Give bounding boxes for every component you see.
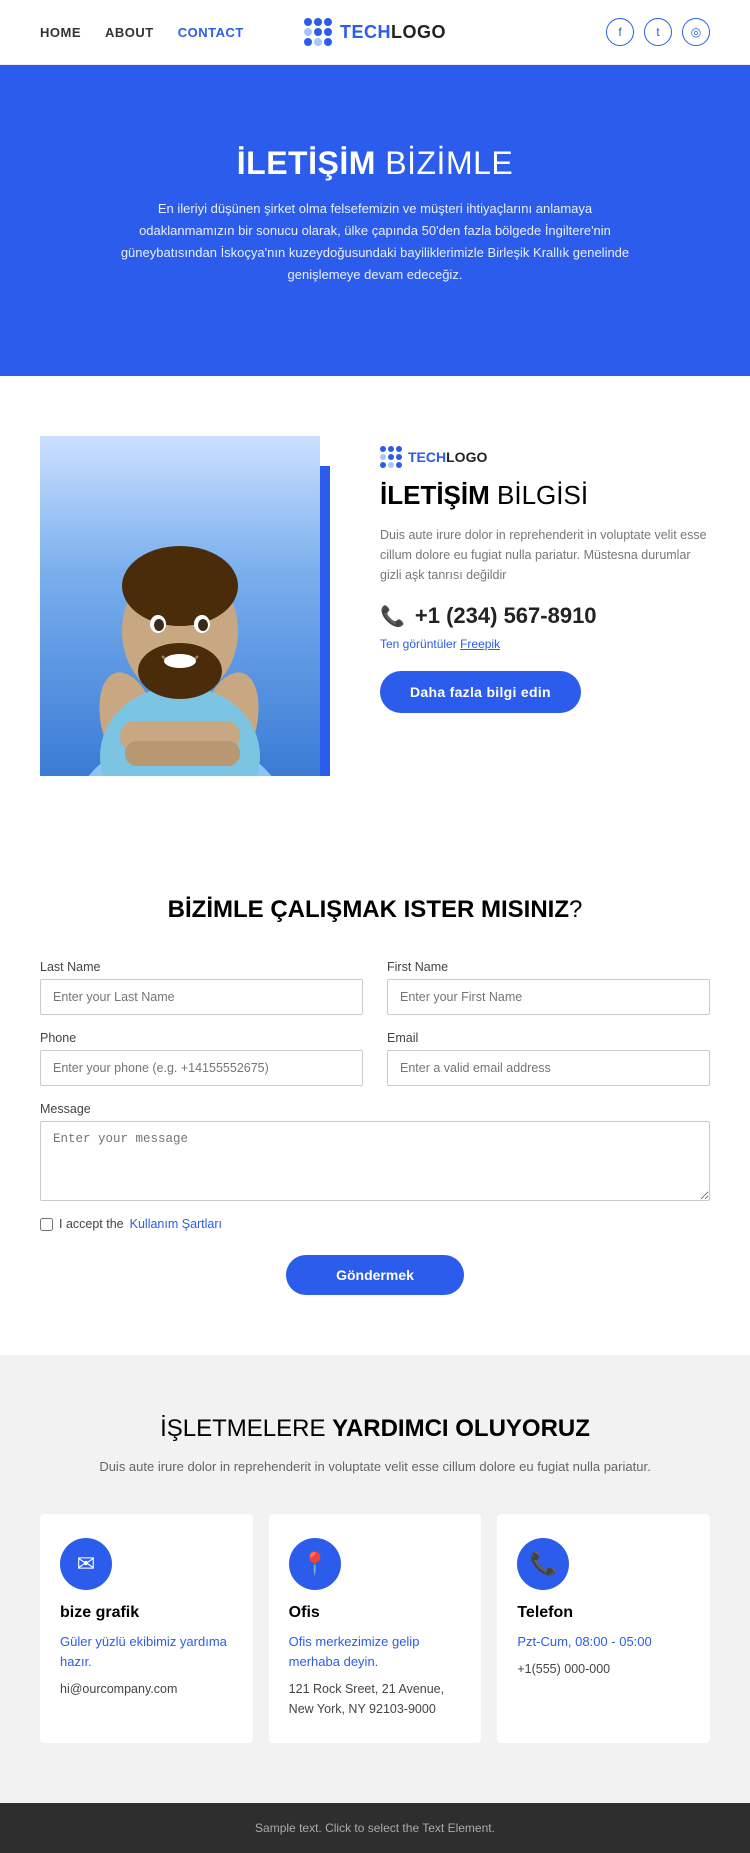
card-icon-wrap-email: ✉ [60,1538,112,1590]
message-input[interactable] [40,1121,710,1201]
message-label: Message [40,1102,710,1116]
submit-button[interactable]: Göndermek [286,1255,464,1295]
phone-card-icon: 📞 [530,1551,557,1577]
logo-dots-icon [304,18,332,46]
mini-logo-dots [380,446,402,468]
card-icon-wrap-office: 📍 [289,1538,341,1590]
email-field: Email [387,1031,710,1086]
form-section: BİZİMLE ÇALIŞMAK ISTER MISINIZ? Last Nam… [0,836,750,1355]
phone-field: Phone [40,1031,363,1086]
person-svg [50,456,310,776]
card-link-office[interactable]: Ofis merkezimize gelip merhaba deyin. [289,1632,462,1671]
terms-link[interactable]: Kullanım Şartları [130,1217,222,1231]
mini-logo-text: TECHLOGO [408,449,487,465]
contact-info-section: TECHLOGO İLETİŞİM BİLGİSİ Duis aute irur… [0,376,750,836]
location-card-icon: 📍 [301,1551,328,1577]
help-card-phone: 📞 Telefon Pzt-Cum, 08:00 - 05:00 +1(555)… [497,1514,710,1743]
help-section: İŞLETMELERE YARDIMCI OLUYORUZ Duis aute … [0,1355,750,1803]
nav-contact[interactable]: CONTACT [178,25,244,40]
instagram-icon[interactable]: ◎ [682,18,710,46]
person-image-wrap [40,436,340,776]
contact-info-heading: İLETİŞİM BİLGİSİ [380,480,710,511]
first-name-field: First Name [387,960,710,1015]
first-name-label: First Name [387,960,710,974]
first-name-input[interactable] [387,979,710,1015]
hero-section: İLETİŞİM BİZİMLE En ileriyi düşünen şirk… [0,65,750,376]
twitter-icon[interactable]: t [644,18,672,46]
hero-description: En ileriyi düşünen şirket olma felsefemi… [115,198,635,286]
card-phone-number: +1(555) 000-000 [517,1662,610,1676]
footer: Sample text. Click to select the Text El… [0,1803,750,1853]
email-input[interactable] [387,1050,710,1086]
card-email-address: hi@ourcompany.com [60,1682,177,1696]
phone-number: +1 (234) 567-8910 [415,603,597,629]
help-card-email: ✉ bize grafik Güler yüzlü ekibimiz yardı… [40,1514,253,1743]
social-icons: f t ◎ [606,18,710,46]
help-subtitle: Duis aute irure dolor in reprehenderit i… [40,1457,710,1478]
nav-home[interactable]: HOME [40,25,81,40]
card-office-address: 121 Rock Sreet, 21 Avenue, New York, NY … [289,1682,444,1716]
terms-checkbox[interactable] [40,1218,53,1231]
contact-info-content: TECHLOGO İLETİŞİM BİLGİSİ Duis aute irur… [380,436,710,713]
freepik-credit: Ten görüntüler Freepik [380,637,710,651]
contact-info-body: Duis aute irure dolor in reprehenderit i… [380,525,710,585]
form-submit-wrap: Göndermek [40,1255,710,1295]
help-heading: İŞLETMELERE YARDIMCI OLUYORUZ [40,1415,710,1443]
nav-about[interactable]: ABOUT [105,25,154,40]
phone-label: Phone [40,1031,363,1045]
card-link-email[interactable]: Güler yüzlü ekibimiz yardıma hazır. [60,1632,233,1671]
card-title-office: Ofis [289,1604,462,1622]
email-card-icon: ✉ [77,1551,95,1577]
checkbox-label: I accept the [59,1217,124,1231]
last-name-input[interactable] [40,979,363,1015]
contact-form: Last Name First Name Phone Email Message [40,960,710,1295]
footer-text: Sample text. Click to select the Text El… [40,1821,710,1835]
terms-checkbox-row: I accept the Kullanım Şartları [40,1217,710,1231]
card-title-phone: Telefon [517,1604,690,1622]
last-name-field: Last Name [40,960,363,1015]
email-label: Email [387,1031,710,1045]
card-icon-wrap-phone: 📞 [517,1538,569,1590]
freepik-link[interactable]: Freepik [460,637,500,651]
form-heading: BİZİMLE ÇALIŞMAK ISTER MISINIZ? [40,896,710,924]
last-name-label: Last Name [40,960,363,974]
person-photo [40,436,320,776]
learn-more-button[interactable]: Daha fazla bilgi edin [380,671,581,713]
phone-input[interactable] [40,1050,363,1086]
mini-logo: TECHLOGO [380,446,710,468]
card-link-phone[interactable]: Pzt-Cum, 08:00 - 05:00 [517,1632,690,1652]
navbar: HOME ABOUT CONTACT TECHLOGO f t ◎ [0,0,750,65]
nav-links: HOME ABOUT CONTACT [40,25,244,40]
phone-row: 📞 +1 (234) 567-8910 [380,603,710,629]
help-cards: ✉ bize grafik Güler yüzlü ekibimiz yardı… [40,1514,710,1743]
message-field: Message [40,1102,710,1201]
logo-text: TECHLOGO [340,22,446,43]
main-logo: TECHLOGO [304,18,446,46]
facebook-icon[interactable]: f [606,18,634,46]
card-title-email: bize grafik [60,1604,233,1622]
form-grid: Last Name First Name Phone Email Message [40,960,710,1201]
phone-icon: 📞 [380,604,405,629]
help-card-office: 📍 Ofis Ofis merkezimize gelip merhaba de… [269,1514,482,1743]
hero-title: İLETİŞİM BİZİMLE [40,145,710,182]
